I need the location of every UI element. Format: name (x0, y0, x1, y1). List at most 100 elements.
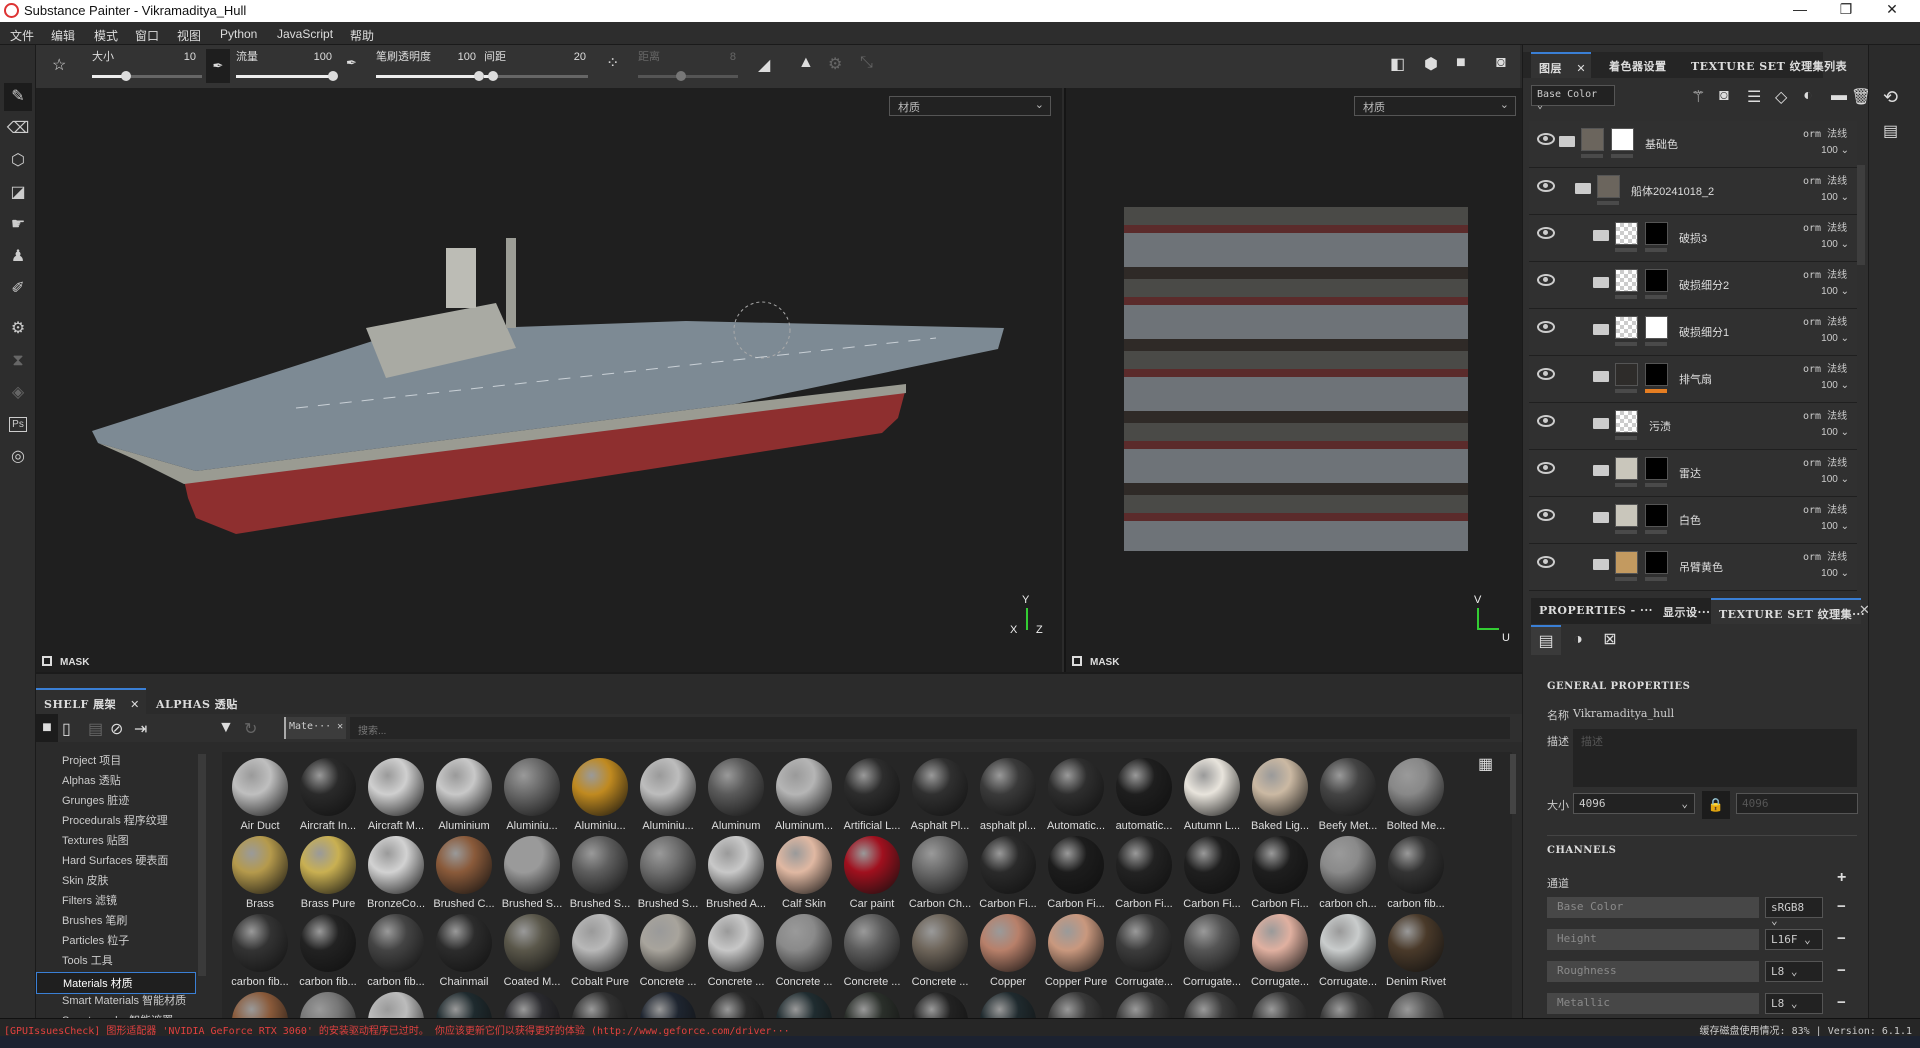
texture-size-linked-input[interactable]: 4096 (1736, 793, 1858, 814)
material-item[interactable]: Concrete ... (770, 914, 838, 992)
tab-display-settings[interactable]: 显示设··· (1655, 598, 1719, 624)
opacity-value[interactable]: 100 ⌄ (1821, 568, 1849, 579)
material-item[interactable]: Brushed C... (430, 836, 498, 914)
material-item[interactable]: Aircraft In... (294, 758, 362, 836)
add-mask-icon[interactable]: ◙ (1719, 87, 1729, 105)
shelf-category[interactable]: Hard Surfaces 硬表面 (62, 852, 168, 868)
gpu-warning-message[interactable]: [GPUIssuesCheck] 图形适配器 'NVIDIA GeForce R… (4, 1022, 790, 1037)
tab-texture-set-list[interactable]: TEXTURE SET 纹理集列表 (1683, 52, 1855, 78)
lock-icon[interactable]: 🔒 (1702, 791, 1730, 819)
folder-icon[interactable] (1593, 512, 1609, 523)
visibility-eye-icon[interactable] (1537, 274, 1555, 286)
opacity-value[interactable]: 100 (436, 51, 476, 63)
material-item[interactable]: Calf Skin (770, 836, 838, 914)
smudge-tool-icon[interactable]: ☛ (4, 211, 32, 239)
material-item[interactable] (498, 992, 566, 1020)
flow-slider[interactable] (236, 71, 338, 81)
spacing-slider[interactable] (484, 71, 588, 81)
mask-thumbnail[interactable] (1645, 316, 1668, 339)
substance-plugin-icon[interactable]: ⚙ (4, 315, 32, 343)
folder-icon[interactable] (1593, 230, 1609, 241)
shelf-category[interactable]: Particles 粒子 (62, 932, 129, 948)
new-page-icon[interactable]: ▯ (62, 719, 71, 739)
opacity-value[interactable]: 100 ⌄ (1821, 474, 1849, 485)
visibility-eye-icon[interactable] (1537, 462, 1555, 474)
material-item[interactable]: carbon fib... (226, 914, 294, 992)
material-item[interactable]: carbon fib... (362, 914, 430, 992)
folder-icon[interactable] (1593, 277, 1609, 288)
material-item[interactable] (906, 992, 974, 1020)
material-item[interactable]: BronzeCo... (362, 836, 430, 914)
bake-hourglass-icon[interactable]: ⧗ (4, 347, 32, 375)
tab-texture-set-settings[interactable]: TEXTURE SET 纹理集··· (1711, 598, 1865, 624)
symmetry-icon[interactable]: ▲ (798, 54, 814, 72)
folder-icon[interactable] (1593, 559, 1609, 570)
material-item[interactable] (770, 992, 838, 1020)
save-icon[interactable]: ▤ (88, 719, 103, 739)
add-channel-button[interactable]: + (1837, 869, 1846, 887)
menu-mode[interactable]: 模式 (94, 27, 118, 44)
material-item[interactable]: Car paint (838, 836, 906, 914)
mask-thumbnail[interactable] (1645, 269, 1668, 292)
visibility-eye-icon[interactable] (1537, 133, 1555, 145)
layers-scrollbar[interactable] (1857, 165, 1865, 265)
reset-icon[interactable]: ↻ (244, 719, 257, 739)
texture-set-settings-icon[interactable]: ▤ (1531, 625, 1561, 655)
filter-icon[interactable]: ▼ (218, 719, 234, 737)
material-item[interactable] (702, 992, 770, 1020)
eraser-tool-icon[interactable]: ⌫ (4, 115, 32, 143)
folder-icon[interactable] (1559, 136, 1575, 147)
flow-pressure-icon[interactable]: ✒ (206, 49, 230, 83)
paint-brush-tool-icon[interactable]: ✎ (4, 83, 32, 111)
shelf-category[interactable]: Procedurals 程序纹理 (62, 812, 168, 828)
material-item[interactable]: Aluminiu... (498, 758, 566, 836)
material-item[interactable] (1178, 992, 1246, 1020)
shelf-category[interactable]: Project 项目 (62, 752, 121, 768)
material-item[interactable]: Automatic... (1042, 758, 1110, 836)
history-icon[interactable]: ⟲ (1883, 87, 1898, 108)
material-item[interactable] (634, 992, 702, 1020)
material-item[interactable]: carbon fib... (294, 914, 362, 992)
tab-alphas[interactable]: ALPHAS 透贴 (148, 690, 246, 716)
blend-mode[interactable]: orm 法线 (1803, 360, 1849, 375)
display-cube-icon[interactable]: ⬢ (1424, 54, 1438, 74)
blend-mode[interactable]: orm 法线 (1803, 125, 1849, 140)
viewport-2d-mode-select[interactable]: 材质 ⌄ (1354, 96, 1516, 116)
mask-thumbnail[interactable] (1645, 222, 1668, 245)
material-item[interactable]: Brass (226, 836, 294, 914)
color-picker-tool-icon[interactable]: ✐ (4, 275, 32, 303)
material-item[interactable] (1042, 992, 1110, 1020)
material-item[interactable] (430, 992, 498, 1020)
layer-row[interactable]: 基础色 orm 法线 100 ⌄ (1529, 121, 1857, 168)
close-tab-icon[interactable]: ✕ (130, 698, 140, 711)
material-item[interactable]: Coated M... (498, 914, 566, 992)
material-item[interactable] (1314, 992, 1382, 1020)
menu-view[interactable]: 视图 (177, 27, 201, 44)
folder-icon[interactable] (1575, 183, 1591, 194)
blend-mode[interactable]: orm 法线 (1803, 454, 1849, 469)
menu-help[interactable]: 帮助 (350, 27, 374, 44)
material-item[interactable]: Aluminiu... (634, 758, 702, 836)
add-fill-layer-icon[interactable]: ◇ (1775, 87, 1787, 107)
blend-mode[interactable]: orm 法线 (1803, 266, 1849, 281)
opacity-pressure-icon[interactable]: ✒ (346, 55, 357, 71)
material-item[interactable]: Aluminum (702, 758, 770, 836)
remove-channel-button[interactable]: − (1837, 994, 1846, 1011)
material-item[interactable]: Brushed S... (498, 836, 566, 914)
layer-row[interactable]: 吊臂黄色 orm 法线 100 ⌄ (1529, 544, 1857, 591)
material-item[interactable]: Carbon Fi... (1178, 836, 1246, 914)
opacity-value[interactable]: 100 ⌄ (1821, 333, 1849, 344)
projection-tool-icon[interactable]: ⬡ (4, 147, 32, 175)
visibility-eye-icon[interactable] (1537, 321, 1555, 333)
material-item[interactable]: Corrugate... (1178, 914, 1246, 992)
close-button[interactable]: ✕ (1872, 1, 1912, 18)
shelf-category[interactable]: Tools 工具 (62, 952, 113, 968)
viewport-2d[interactable]: 材质 ⌄ V U MASK (1064, 88, 1522, 672)
channel-select[interactable]: Base Color ⌄ (1531, 85, 1615, 111)
material-item[interactable]: Chainmail (430, 914, 498, 992)
shader-moon-icon[interactable]: ◑ (1563, 625, 1593, 655)
menu-javascript[interactable]: JavaScript (277, 27, 333, 41)
split-view-icon[interactable]: ◧ (1390, 54, 1405, 74)
folder-icon[interactable] (1593, 418, 1609, 429)
material-item[interactable] (1110, 992, 1178, 1020)
